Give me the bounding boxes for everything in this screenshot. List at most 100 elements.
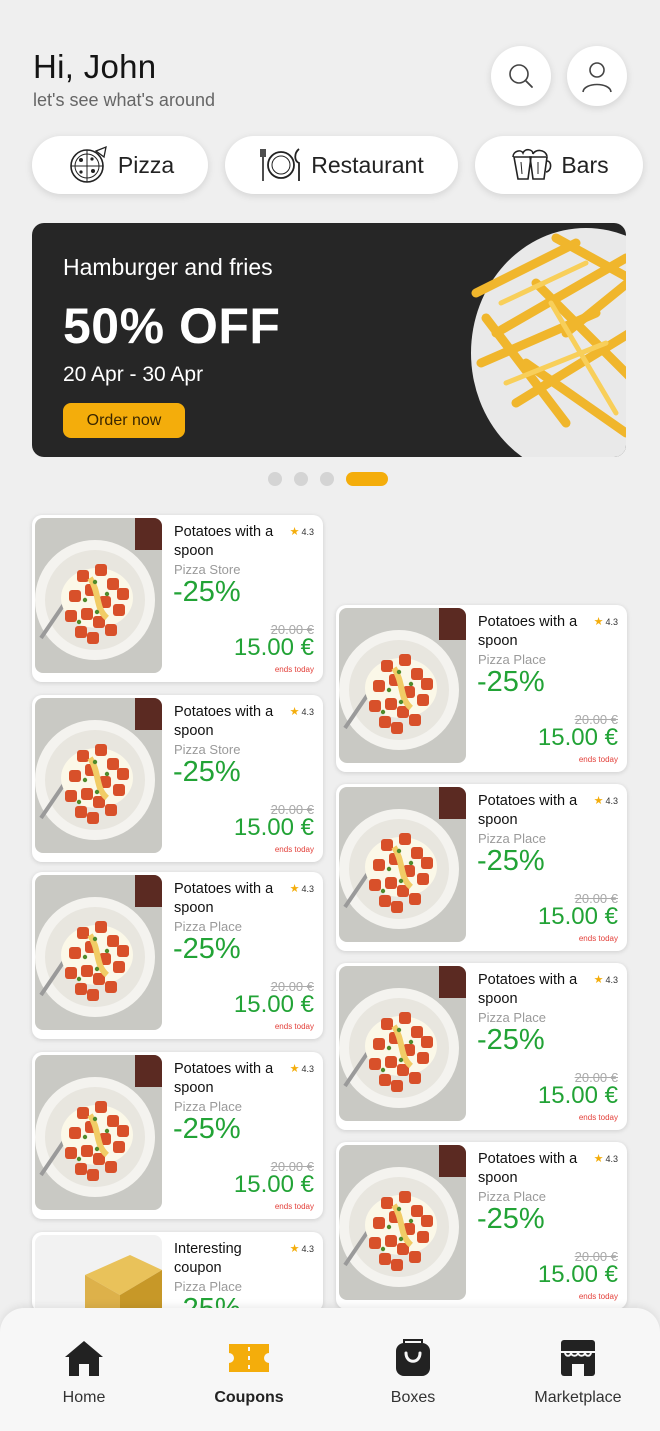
rating-value: 4.3	[301, 1243, 314, 1254]
coupon-title: Potatoes with a spoon	[478, 793, 578, 828]
rating-value: 4.3	[301, 883, 314, 894]
carousel-dot-active[interactable]	[346, 472, 388, 486]
greeting-block: Hi, John let's see what's around	[33, 48, 215, 111]
coupon-rating: ★ 4.3	[290, 525, 314, 538]
coupon-rating: ★ 4.3	[594, 973, 618, 986]
coupon-thumbnail	[339, 1145, 466, 1300]
coupon-store: Pizza Store	[174, 742, 241, 757]
rating-value: 4.3	[301, 706, 314, 717]
potatoes-image	[35, 1055, 162, 1210]
category-chip-label: Pizza	[117, 151, 175, 178]
coupon-title: Potatoes with a spoon	[478, 614, 578, 649]
category-chip-bars[interactable]: Bars	[475, 136, 643, 194]
rating-value: 4.3	[605, 974, 618, 985]
bottom-nav: Home Coupons Boxes Marketplace	[0, 1308, 660, 1431]
coupon-card[interactable]: Potatoes with a spoon ★ 4.3 Pizza Place -25%…	[32, 872, 323, 1039]
coupon-price: 15.00 €	[233, 1171, 314, 1198]
star-icon: ★	[289, 526, 300, 538]
coupon-ends: ends today	[578, 755, 618, 764]
coupon-ends: ends today	[578, 1292, 618, 1301]
coupon-thumbnail	[35, 1055, 162, 1210]
coupon-discount: -25%	[173, 576, 241, 608]
coupon-discount: -25%	[477, 845, 545, 877]
carousel-indicator	[268, 472, 388, 486]
coupon-store: Pizza Store	[174, 562, 241, 577]
coupon-thumbnail	[339, 608, 466, 763]
promo-banner[interactable]: Hamburger and fries 50% OFF 20 Apr - 30 …	[32, 223, 626, 457]
coupon-ends: ends today	[274, 1022, 314, 1031]
coupon-title: Potatoes with a spoon	[478, 972, 578, 1007]
category-chip-pizza[interactable]: Pizza	[32, 136, 208, 194]
potatoes-image	[339, 966, 466, 1121]
coupon-card[interactable]: Interesting coupon ★ 4.3 Pizza Place -25%	[32, 1232, 323, 1312]
nav-label: Coupons	[214, 1389, 284, 1406]
carousel-dot[interactable]	[320, 472, 334, 486]
coupon-price: 15.00 €	[233, 991, 314, 1018]
nav-home[interactable]: Home	[24, 1338, 144, 1407]
potatoes-image	[35, 698, 162, 853]
coupon-title: Potatoes with a spoon	[174, 524, 274, 559]
carousel-dot[interactable]	[294, 472, 308, 486]
category-chip-label: Restaurant	[311, 151, 424, 178]
coupon-store: Pizza Place	[478, 1189, 546, 1204]
coupon-thumbnail	[35, 698, 162, 853]
order-now-button[interactable]: Order now	[63, 403, 185, 438]
coupon-title: Potatoes with a spoon	[478, 1151, 578, 1186]
coupon-rating: ★ 4.3	[290, 1242, 314, 1255]
potatoes-image	[35, 875, 162, 1030]
banner-title: Hamburger and fries	[63, 254, 273, 280]
coupon-rating: ★ 4.3	[290, 705, 314, 718]
profile-button[interactable]	[567, 46, 627, 106]
coupon-card[interactable]: Potatoes with a spoon ★ 4.3 Pizza Place -25%…	[336, 784, 627, 951]
rating-value: 4.3	[605, 616, 618, 627]
coupon-card[interactable]: Potatoes with a spoon ★ 4.3 Pizza Store -25%…	[32, 695, 323, 862]
coupon-card[interactable]: Potatoes with a spoon ★ 4.3 Pizza Store -25%…	[32, 515, 323, 682]
coupon-card[interactable]: Potatoes with a spoon ★ 4.3 Pizza Place -25%…	[336, 963, 627, 1130]
coupon-title: Interesting coupon	[174, 1241, 242, 1276]
star-icon: ★	[593, 974, 604, 986]
user-icon	[582, 62, 612, 93]
rating-value: 4.3	[605, 1153, 618, 1164]
coupon-card[interactable]: Potatoes with a spoon ★ 4.3 Pizza Place -25%…	[336, 1142, 627, 1309]
coupon-store: Pizza Place	[174, 919, 242, 934]
coupon-discount: -25%	[477, 666, 545, 698]
coupon-thumbnail	[35, 875, 162, 1030]
star-icon: ★	[593, 616, 604, 628]
bag-icon	[396, 1339, 430, 1376]
coupon-thumbnail	[35, 518, 162, 673]
coupon-store: Pizza Place	[174, 1099, 242, 1114]
nav-marketplace[interactable]: Marketplace	[518, 1338, 638, 1407]
coupon-price: 15.00 €	[233, 634, 314, 661]
search-button[interactable]	[491, 46, 551, 106]
fries-image	[471, 228, 626, 457]
coupon-discount: -25%	[173, 933, 241, 965]
plate-cutlery-icon	[260, 148, 301, 181]
star-icon: ★	[289, 706, 300, 718]
nav-coupons[interactable]: Coupons	[189, 1338, 309, 1407]
coupon-price: 15.00 €	[233, 814, 314, 841]
potatoes-image	[339, 608, 466, 763]
star-icon: ★	[593, 795, 604, 807]
star-icon: ★	[289, 883, 300, 895]
greeting-subtitle: let's see what's around	[33, 90, 215, 110]
potatoes-image	[339, 1145, 466, 1300]
coupon-discount: -25%	[173, 756, 241, 788]
category-chip-label: Bars	[561, 151, 609, 178]
category-chip-restaurant[interactable]: Restaurant	[225, 136, 458, 194]
carousel-dot[interactable]	[268, 472, 282, 486]
coupon-rating: ★ 4.3	[290, 882, 314, 895]
coupon-ends: ends today	[578, 934, 618, 943]
greeting-title: Hi, John	[33, 48, 157, 85]
rating-value: 4.3	[301, 1063, 314, 1074]
potatoes-image	[339, 787, 466, 942]
coupon-thumbnail	[339, 966, 466, 1121]
coupon-card[interactable]: Potatoes with a spoon ★ 4.3 Pizza Place -25%…	[336, 605, 627, 772]
coupon-rating: ★ 4.3	[594, 615, 618, 628]
nav-boxes[interactable]: Boxes	[353, 1338, 473, 1407]
coupon-card[interactable]: Potatoes with a spoon ★ 4.3 Pizza Place -25%…	[32, 1052, 323, 1219]
beer-mugs-icon	[512, 148, 552, 180]
coupon-title: Potatoes with a spoon	[174, 704, 274, 739]
pizza-icon	[70, 145, 107, 183]
star-icon: ★	[289, 1243, 300, 1255]
coupon-thumbnail	[339, 787, 466, 942]
